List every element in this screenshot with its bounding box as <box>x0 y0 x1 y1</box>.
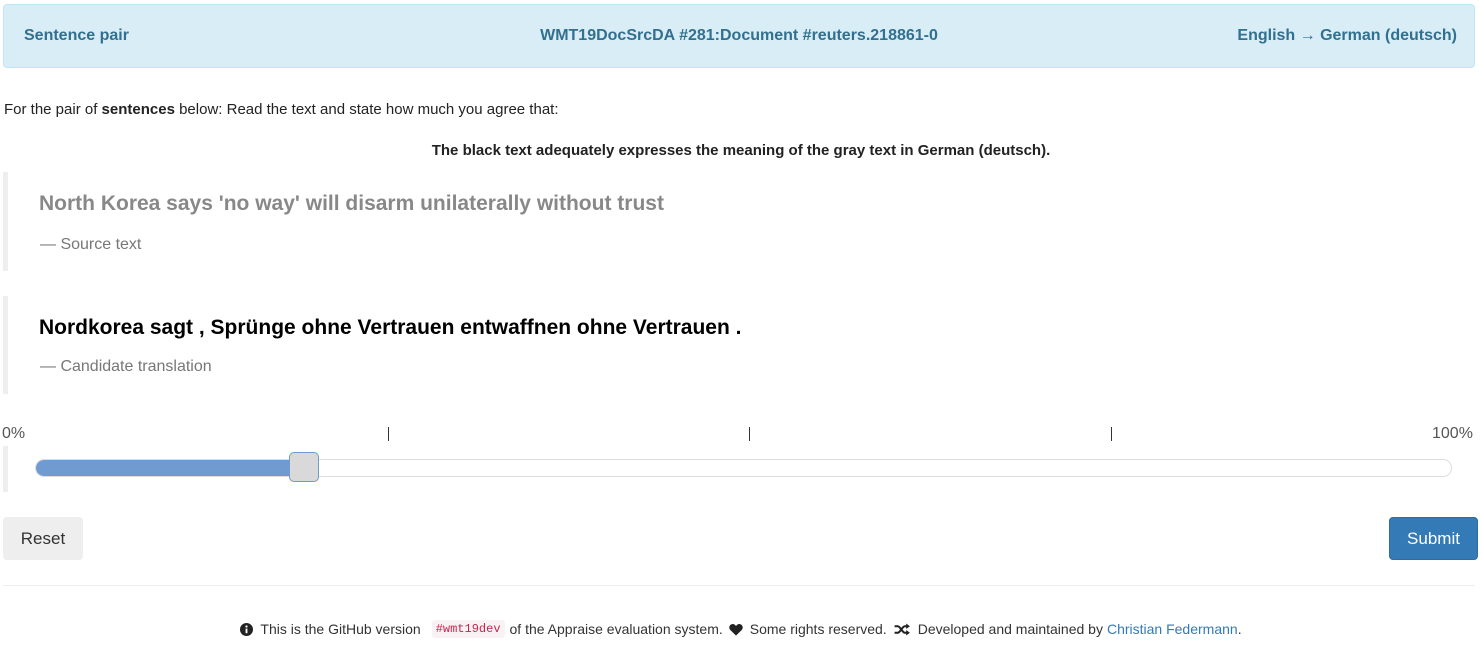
reset-button[interactable]: Reset <box>3 517 83 560</box>
criteria-statement: The black text adequately expresses the … <box>431 142 1051 159</box>
scale-min-label: 0% <box>2 425 26 442</box>
scale-max-label: 100% <box>1432 425 1473 442</box>
footer-end: . <box>1237 621 1242 637</box>
slider-handle[interactable] <box>289 452 320 482</box>
instructions-bold: sentences <box>101 101 175 118</box>
header-title: Sentence pair <box>24 27 129 44</box>
footer-text-4: Developed and maintained by <box>917 621 1103 637</box>
footer-text-1: This is the GitHub version <box>260 621 421 637</box>
candidate-caption: — Candidate translation <box>40 358 212 375</box>
footer: This is the GitHub version #wmt19dev of … <box>0 620 1482 638</box>
shuffle-icon <box>893 622 911 636</box>
slider-fill <box>36 460 306 476</box>
version-tag: #wmt19dev <box>431 620 505 638</box>
author-link[interactable]: Christian Federmann <box>1107 621 1238 637</box>
header-language-pair: English → German (deutsch) <box>1237 27 1457 44</box>
slider-track[interactable] <box>35 459 1452 477</box>
source-blockquote: North Korea says 'no way' will disarm un… <box>3 172 1473 271</box>
submit-button[interactable]: Submit <box>1389 517 1478 560</box>
source-text: North Korea says 'no way' will disarm un… <box>39 192 664 215</box>
info-icon <box>240 622 254 636</box>
scale-tick-50 <box>749 427 750 441</box>
candidate-text: Nordkorea sagt , Sprünge ohne Vertrauen … <box>39 316 742 339</box>
scale-tick-25 <box>388 427 389 441</box>
source-caption: — Source text <box>40 236 142 253</box>
instructions: For the pair of sentences below: Read th… <box>4 101 559 118</box>
footer-text-3: Some rights reserved. <box>749 621 887 637</box>
footer-divider <box>3 585 1475 586</box>
heart-icon <box>729 623 743 636</box>
scale-tick-75 <box>1111 427 1112 441</box>
rating-slider[interactable] <box>3 446 1473 492</box>
candidate-blockquote: Nordkorea sagt , Sprünge ohne Vertrauen … <box>3 296 1473 394</box>
instructions-prefix: For the pair of <box>4 101 102 118</box>
task-header: Sentence pair WMT19DocSrcDA #281:Documen… <box>3 4 1475 68</box>
instructions-suffix: below: Read the text and state how much … <box>174 101 559 118</box>
footer-text-2: of the Appraise evaluation system. <box>509 621 723 637</box>
